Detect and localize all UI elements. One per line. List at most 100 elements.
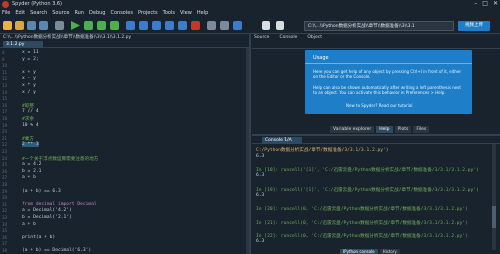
code-line[interactable]: b = Decimal('2.1') [22, 215, 72, 220]
code-line[interactable]: #乘方 [22, 136, 34, 142]
pane-splitter[interactable] [249, 34, 251, 254]
line-number: 18 [2, 116, 8, 121]
menu-projects[interactable]: Projects [138, 9, 158, 18]
back-arrow-icon[interactable] [262, 21, 270, 30]
minimize-button[interactable]: – [474, 0, 477, 9]
upload-button[interactable]: 视频上传 [458, 21, 490, 31]
menu-tools[interactable]: Tools [163, 9, 175, 18]
run-cell-advance-icon[interactable] [97, 21, 106, 30]
line-number: 10 [2, 63, 8, 69]
help-tab-source[interactable]: Source [254, 34, 269, 41]
continue-icon[interactable] [178, 21, 187, 30]
editor-tab[interactable]: 3.1.2.py [3, 41, 43, 48]
console-scrollbar-thumb[interactable] [492, 206, 496, 228]
code-line[interactable]: x = 11 [22, 50, 39, 55]
new-file-icon[interactable] [3, 21, 12, 30]
code-line[interactable]: 7 // 4 [22, 109, 39, 114]
usage-tutorial-link[interactable]: New to Spyder? Read our tutorial [346, 103, 412, 108]
console-line: 6.3 [256, 153, 265, 159]
step-icon[interactable] [139, 21, 148, 30]
code-line[interactable]: (a + b) == 6.3 [22, 189, 61, 194]
close-button[interactable]: ✕ [493, 0, 498, 9]
code-line[interactable]: x / y [22, 90, 36, 95]
code-line[interactable]: a + b [22, 222, 36, 227]
menu-edit[interactable]: Edit [15, 9, 25, 18]
line-number: 37 [2, 241, 8, 247]
line-number: 24 [2, 155, 8, 161]
code-line[interactable]: y = 2; [22, 57, 39, 62]
line-number: 11 [2, 69, 8, 75]
help-tab-console[interactable]: Console [279, 34, 297, 41]
tab-files[interactable]: Files [413, 126, 430, 133]
console-scrollbar[interactable] [492, 144, 496, 250]
window-title: Spyder (Python 3.6) [12, 1, 62, 7]
code-line[interactable]: (a + b) == Decimal('6.3') [22, 248, 91, 253]
tab-help[interactable]: Help [376, 126, 393, 133]
menu-debug[interactable]: Debug [89, 9, 105, 18]
tab-variable-explorer[interactable]: Variable explorer [330, 126, 375, 133]
line-number: 15 [2, 96, 8, 102]
console-line: 6.3 [256, 239, 265, 245]
save-icon[interactable] [27, 21, 36, 30]
code-line[interactable]: a = 4.2 [22, 162, 41, 167]
code-line[interactable]: 10 % 4 [22, 123, 39, 128]
pane-tab-bar: Variable explorer Help Plots Files [330, 126, 450, 133]
help-tab-object[interactable]: Object [307, 34, 322, 41]
window-controls: – □ ✕ [474, 0, 498, 9]
line-number: 30 [2, 195, 8, 201]
debug-icon[interactable] [126, 21, 135, 30]
code-line[interactable]: #一个关于浮点数运算需要注意的地方 [22, 156, 98, 162]
code-line[interactable]: #取整 [22, 103, 34, 109]
preferences-icon[interactable] [220, 21, 229, 30]
code-line[interactable]: 2 ** 3 [22, 142, 39, 148]
maximize-button[interactable]: □ [482, 0, 488, 9]
console-tab[interactable]: Console 1/A [262, 137, 302, 144]
tab-plots[interactable]: Plots [394, 126, 412, 133]
save-all-icon[interactable] [39, 21, 48, 30]
line-number: 19 [2, 122, 8, 128]
line-number: 9 [2, 56, 5, 62]
step-into-icon[interactable] [152, 21, 161, 30]
editor-path-label: C:\\...\\Python数据分析实战\\章节\\数据准备\\3\\3.1\… [3, 35, 132, 40]
step-return-icon[interactable] [165, 21, 174, 30]
maximize-pane-icon[interactable] [207, 21, 216, 30]
menu-search[interactable]: Search [30, 9, 47, 18]
code-line[interactable]: a + b [22, 175, 36, 180]
line-number: 13 [2, 83, 8, 88]
line-number: 35 [2, 228, 8, 234]
line-number: 27 [2, 175, 8, 181]
code-line[interactable]: print(a + b) [22, 235, 55, 240]
stop-debug-icon[interactable] [191, 21, 200, 30]
run-selection-icon[interactable] [110, 21, 119, 30]
line-number: 20 [2, 129, 8, 135]
code-line[interactable]: from decimal import Decimal [22, 202, 97, 207]
tab-history[interactable]: History [379, 249, 400, 254]
menu-run[interactable]: Run [74, 9, 84, 18]
menu-view[interactable]: View [180, 9, 192, 18]
console-line: 6.3 [256, 193, 265, 199]
code-line[interactable]: b = 2.1 [22, 169, 41, 174]
code-editor[interactable] [0, 48, 249, 254]
open-file-icon[interactable] [15, 21, 24, 30]
menu-consoles[interactable]: Consoles [110, 9, 132, 18]
line-number: 16 [2, 102, 8, 108]
python-path-icon[interactable] [233, 21, 242, 30]
line-number: 26 [2, 168, 8, 174]
code-line[interactable]: x * y [22, 83, 36, 88]
run-icon[interactable] [71, 21, 80, 30]
working-directory-input[interactable]: C:\\...\\Python数据分析实战\\章节\\数据准备\\3\\3.1 [304, 21, 454, 31]
usage-title: Usage [313, 55, 329, 61]
code-line[interactable]: #求余 [22, 116, 34, 122]
tab-ipython-console[interactable]: IPython console [340, 249, 378, 254]
new-window-icon[interactable] [55, 21, 64, 30]
title-bar: Spyder (Python 3.6) [0, 0, 500, 9]
menu-help[interactable]: Help [197, 9, 208, 18]
code-line[interactable]: x - y [22, 76, 36, 81]
run-cell-icon[interactable] [84, 21, 93, 30]
code-line[interactable]: a = Decimal('4.2') [22, 208, 72, 213]
code-line[interactable]: x + y [22, 70, 36, 75]
menu-source[interactable]: Source [52, 9, 69, 18]
line-number: 31 [2, 201, 8, 207]
menu-file[interactable]: File [2, 9, 10, 18]
forward-arrow-icon[interactable] [276, 21, 284, 30]
